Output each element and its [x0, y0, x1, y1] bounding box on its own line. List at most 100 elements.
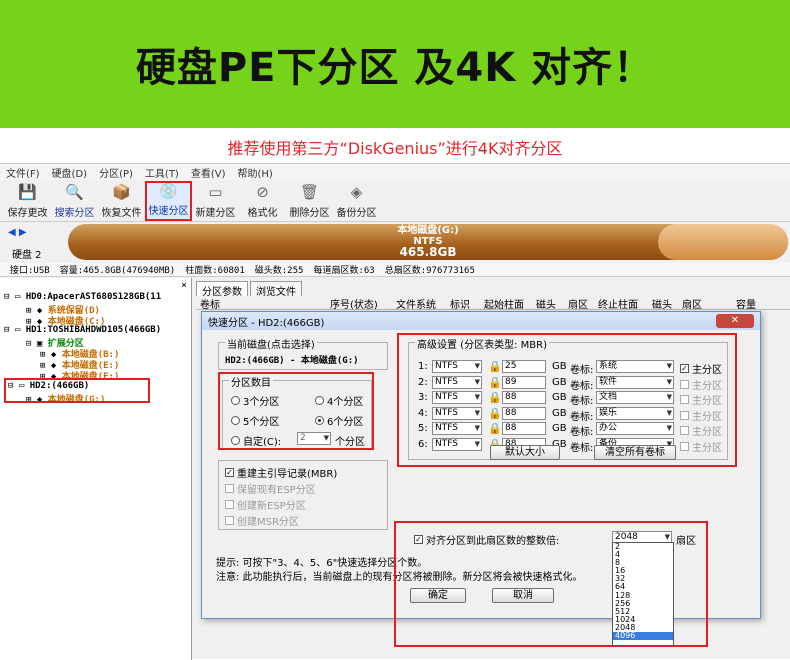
menu-help[interactable]: 帮助(H) [238, 165, 273, 180]
col-end-cyl[interactable]: 终止柱面 [598, 296, 638, 311]
volume-label-select[interactable]: 娱乐 [596, 406, 674, 420]
primary-partition-checkbox[interactable]: 主分区 [680, 392, 722, 407]
partition-bar-size: 465.8GB [399, 245, 457, 259]
info-total-sectors: 总扇区数:976773165 [384, 266, 475, 276]
checkbox-label: 主分区 [692, 427, 722, 438]
filesystem-select[interactable]: NTFS [432, 437, 482, 451]
save-changes-button[interactable]: 💾 保存更改 [4, 181, 51, 221]
lock-icon[interactable]: 🔒 [488, 407, 502, 420]
info-cylinders: 柱面数:60801 [185, 266, 245, 276]
lock-icon[interactable]: 🔒 [488, 360, 502, 373]
quick-partition-button[interactable]: 💿 快速分区 [145, 181, 192, 221]
col-start-sector[interactable]: 扇区 [568, 296, 588, 311]
menu-disk[interactable]: 硬盘(D) [52, 165, 88, 180]
menu-file[interactable]: 文件(F) [6, 165, 40, 180]
highlight-hd2 [4, 378, 150, 403]
close-icon[interactable]: ✕ [716, 314, 754, 328]
col-label[interactable]: 卷标 [200, 296, 220, 311]
primary-partition-checkbox[interactable]: ✓ 主分区 [680, 361, 722, 376]
delete-icon: 🗑 [299, 182, 320, 201]
col-end-sector[interactable]: 扇区 [682, 296, 702, 311]
highlight-partition-count [218, 372, 374, 450]
tree-item-hd0[interactable]: ⊟ ▭ HD0:ApacerAST680S128GB(11 [4, 292, 161, 302]
backup-partition-button[interactable]: ◈ 备份分区 [333, 181, 380, 221]
filesystem-select[interactable]: NTFS [432, 360, 482, 373]
lock-icon[interactable]: 🔒 [488, 376, 502, 389]
partition-index: 2: [418, 376, 428, 388]
rebuild-mbr-checkbox[interactable]: ✓ 重建主引导记录(MBR) [225, 465, 337, 480]
filesystem-select[interactable]: NTFS [432, 406, 482, 420]
size-input[interactable]: 25 [502, 360, 546, 373]
col-start-head[interactable]: 磁头 [536, 296, 556, 311]
partition-index: 5: [418, 423, 428, 434]
size-input[interactable]: 88 [502, 422, 546, 435]
menu-view[interactable]: 查看(V) [191, 165, 226, 180]
filesystem-select[interactable]: NTFS [432, 422, 482, 435]
delete-partition-button[interactable]: 🗑 删除分区 [286, 181, 333, 221]
dialog-title: 快速分区 - HD2:(466GB) [208, 317, 325, 329]
volume-label-caption: 卷标: [570, 380, 594, 392]
new-msr-checkbox[interactable]: 创建MSR分区 [225, 513, 299, 528]
new-esp-checkbox[interactable]: 创建新ESP分区 [225, 497, 306, 512]
primary-partition-checkbox[interactable]: 主分区 [680, 439, 722, 454]
tree-item-hd1[interactable]: ⊟ ▭ HD1:TOSHIBAHDWD105(466GB) [4, 325, 161, 335]
clear-labels-button[interactable]: 清空所有卷标 [594, 445, 676, 460]
volume-label-select[interactable]: 软件 [596, 375, 674, 389]
checkbox-label: 主分区 [692, 380, 722, 392]
primary-partition-checkbox[interactable]: 主分区 [680, 408, 722, 423]
align-option[interactable]: 4 [615, 550, 673, 559]
menu-partition[interactable]: 分区(P) [99, 165, 133, 180]
current-disk-group-label: 当前磁盘(点击选择) [225, 336, 317, 351]
align-option[interactable]: 2 [615, 542, 673, 551]
filesystem-select[interactable]: NTFS [432, 375, 482, 389]
col-end-head[interactable]: 磁头 [652, 296, 672, 311]
disk-nav-arrows[interactable]: ◀ ▶ [8, 227, 27, 238]
partition-bar[interactable]: 本地磁盘(G:) NTFS 465.8GB [68, 224, 788, 260]
new-partition-icon: ▭ [208, 182, 223, 201]
filesystem-select[interactable]: NTFS [432, 391, 482, 404]
lock-icon[interactable]: 🔒 [488, 391, 502, 404]
col-capacity[interactable]: 容量 [736, 296, 756, 311]
info-heads: 磁头数:255 [254, 266, 304, 276]
default-size-button[interactable]: 默认大小 [490, 445, 560, 460]
size-input[interactable]: 88 [502, 391, 546, 404]
disk-tree: × ⊟ ▭ HD0:ApacerAST680S128GB(11 ⊞ ◆ 系统保留… [0, 278, 192, 660]
volume-label-select[interactable]: 办公 [596, 422, 674, 435]
align-options-list[interactable]: 2 4 8 16 32 64 128 256 512 1024 2048 4096 [612, 542, 674, 646]
primary-partition-checkbox[interactable]: 主分区 [680, 377, 722, 392]
partition-table-header: 卷标 序号(状态) 文件系统 标识 起始柱面 磁头 扇区 终止柱面 磁头 扇区 … [196, 296, 790, 311]
col-start-cyl[interactable]: 起始柱面 [484, 296, 524, 311]
search-partition-button[interactable]: 🔍 搜索分区 [51, 181, 98, 221]
subtitle: 推荐使用第三方“DiskGenius”进行4K对齐分区 [227, 139, 563, 158]
checkbox-box: ✓ [680, 364, 689, 373]
new-partition-button[interactable]: ▭ 新建分区 [192, 181, 239, 221]
format-button[interactable]: ⊘ 格式化 [239, 181, 286, 221]
size-input[interactable]: 89 [502, 375, 546, 389]
size-unit: GB [552, 361, 567, 372]
volume-label-select[interactable]: 系统 [596, 360, 674, 373]
checkbox-label: 主分区 [692, 442, 722, 454]
volume-label-caption: 卷标: [570, 411, 594, 423]
checkbox-label: 重建主引导记录(MBR) [237, 469, 338, 480]
checkbox-box [680, 441, 689, 451]
quick-partition-icon: 💿 [159, 182, 178, 200]
volume-label-select[interactable]: 文档 [596, 391, 674, 404]
primary-partition-checkbox[interactable]: 主分区 [680, 423, 722, 438]
keep-esp-checkbox[interactable]: 保留现有ESP分区 [225, 481, 316, 496]
lock-icon[interactable]: 🔒 [488, 422, 502, 435]
tree-close-icon[interactable]: × [181, 280, 187, 291]
current-disk-value[interactable]: HD2:(466GB) - 本地磁盘(G:) [225, 353, 359, 366]
tool-label: 备份分区 [336, 208, 377, 219]
size-input[interactable]: 88 [502, 406, 546, 420]
col-index[interactable]: 序号(状态) [330, 296, 378, 311]
restore-files-button[interactable]: 📦 恢复文件 [98, 181, 145, 221]
partition-index: 4: [418, 407, 428, 419]
menu-tools[interactable]: 工具(T) [145, 165, 179, 180]
col-id[interactable]: 标识 [450, 296, 470, 311]
partition-index: 1: [418, 361, 428, 372]
format-icon: ⊘ [256, 182, 269, 201]
align-option[interactable]: 4096 [613, 631, 673, 641]
volume-label-caption: 卷标: [570, 396, 594, 407]
tool-label: 保存更改 [7, 208, 48, 219]
col-filesystem[interactable]: 文件系统 [396, 296, 436, 311]
